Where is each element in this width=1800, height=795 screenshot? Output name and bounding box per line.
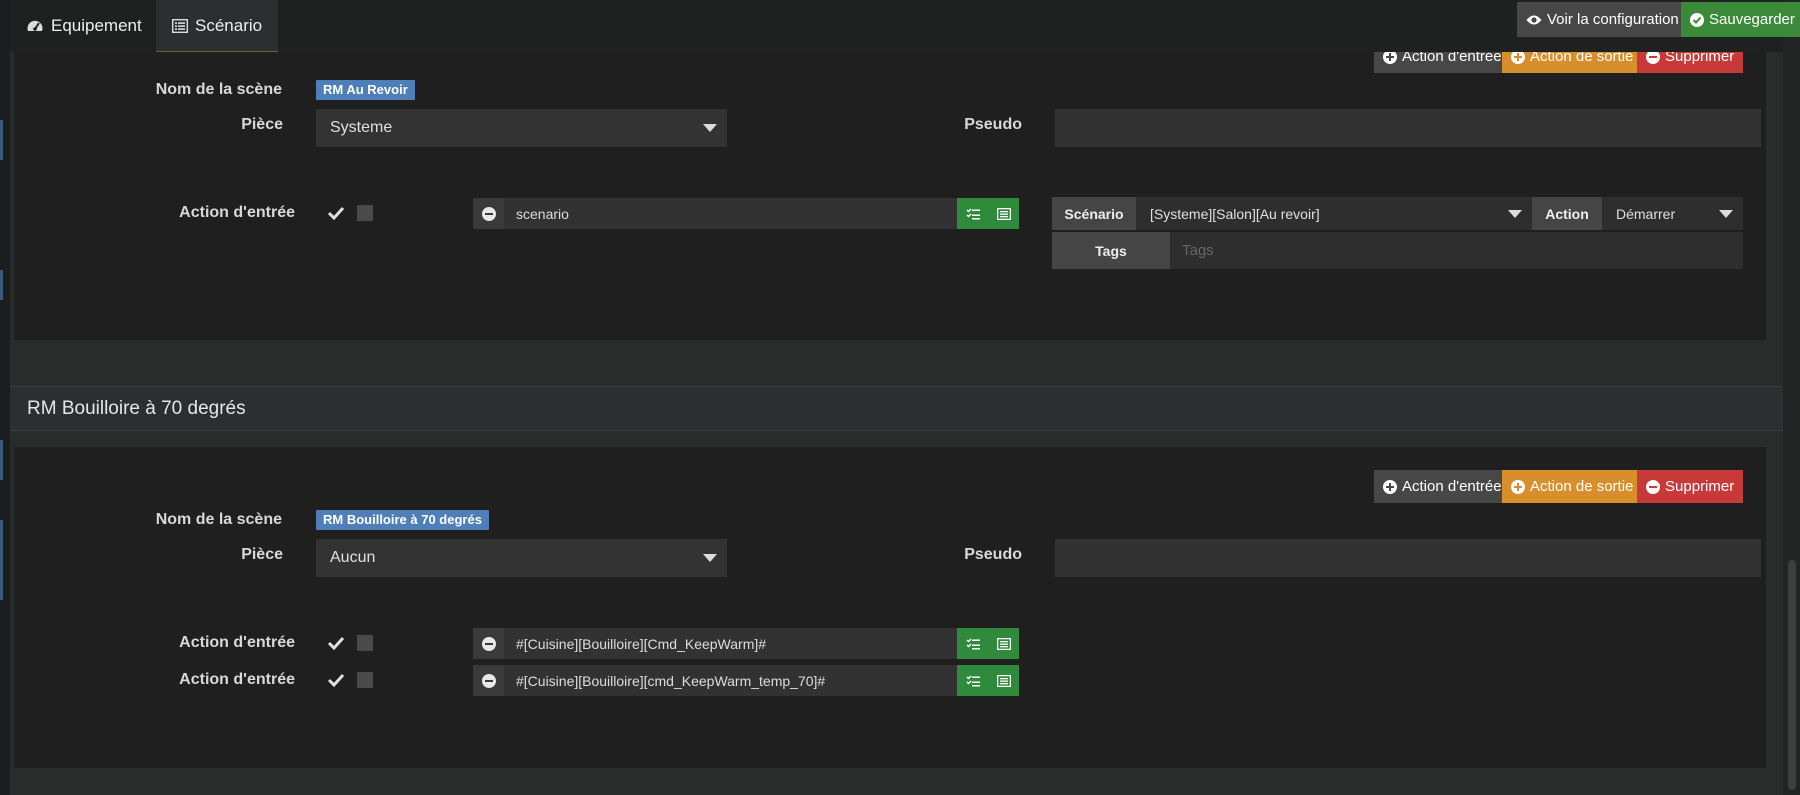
caret-down-icon bbox=[1719, 209, 1733, 218]
room-label: Pièce bbox=[241, 116, 283, 133]
enable-checkbox[interactable] bbox=[327, 205, 345, 221]
scenario-addon-label: Scénario bbox=[1052, 197, 1136, 230]
entry-action-label: Action d'entrée bbox=[179, 671, 295, 688]
option-checkbox[interactable] bbox=[357, 635, 373, 651]
enable-checkbox[interactable] bbox=[327, 672, 345, 688]
pseudo-input[interactable] bbox=[1055, 109, 1761, 147]
command-input[interactable]: #[Cuisine][Bouilloire][cmd_KeepWarm_temp… bbox=[504, 665, 957, 696]
enable-checkbox[interactable] bbox=[327, 635, 345, 651]
remove-action-button[interactable] bbox=[473, 628, 504, 659]
list-alt-icon bbox=[996, 207, 1011, 220]
select-command-button[interactable] bbox=[957, 198, 988, 229]
tasks-icon bbox=[965, 674, 980, 686]
plus-circle-icon bbox=[1511, 479, 1525, 494]
scrollbar-thumb[interactable] bbox=[1788, 560, 1796, 790]
check-icon bbox=[327, 206, 345, 221]
check-circle-icon bbox=[1690, 12, 1704, 27]
save-button[interactable]: Sauvegarder bbox=[1681, 2, 1800, 37]
select-command-button[interactable] bbox=[957, 665, 988, 696]
select-command-button[interactable] bbox=[957, 628, 988, 659]
list-alt-icon bbox=[996, 637, 1011, 650]
minus-circle-icon bbox=[481, 673, 496, 688]
scene-name-badge: RM Bouilloire à 70 degrés bbox=[316, 510, 489, 530]
room-label: Pièce bbox=[241, 546, 283, 563]
edge-marker bbox=[0, 520, 3, 600]
add-entry-action-button[interactable]: Action d'entrée bbox=[1374, 470, 1511, 503]
scenario-select[interactable]: [Systeme][Salon][Au revoir] bbox=[1136, 197, 1532, 230]
delete-scene-button[interactable]: Supprimer bbox=[1637, 470, 1744, 503]
option-checkbox[interactable] bbox=[357, 205, 373, 221]
edge-marker bbox=[0, 270, 3, 300]
scene-panel-header[interactable]: RM Bouilloire à 70 degrés bbox=[10, 386, 1783, 431]
check-icon bbox=[327, 673, 345, 688]
minus-circle-icon bbox=[481, 636, 496, 651]
left-edge bbox=[0, 0, 10, 795]
list-alt-button[interactable] bbox=[988, 665, 1019, 696]
edge-marker bbox=[0, 120, 3, 160]
caret-down-icon bbox=[703, 124, 717, 132]
command-input-group: scenario bbox=[473, 198, 1019, 229]
action-select[interactable]: Démarrer bbox=[1602, 197, 1743, 230]
scene-panel-title: RM Bouilloire à 70 degrés bbox=[27, 398, 246, 419]
tab-equipement[interactable]: Equipement bbox=[10, 0, 158, 52]
entry-action-label: Action d'entrée bbox=[179, 634, 295, 651]
list-alt-icon bbox=[996, 674, 1011, 687]
edge-marker bbox=[0, 440, 3, 480]
command-input[interactable]: scenario bbox=[504, 198, 957, 229]
entry-action-label: Action d'entrée bbox=[179, 204, 295, 221]
list-alt-button[interactable] bbox=[988, 198, 1019, 229]
tachometer-icon bbox=[26, 18, 44, 34]
remove-action-button[interactable] bbox=[473, 665, 504, 696]
room-select[interactable]: Aucun bbox=[316, 539, 727, 577]
tasks-icon bbox=[965, 207, 980, 219]
command-input-group: #[Cuisine][Bouilloire][Cmd_KeepWarm]# bbox=[473, 628, 1019, 659]
command-input[interactable]: #[Cuisine][Bouilloire][Cmd_KeepWarm]# bbox=[504, 628, 957, 659]
room-select[interactable]: Systeme bbox=[316, 109, 727, 147]
list-alt-icon bbox=[172, 18, 188, 33]
tasks-icon bbox=[965, 637, 980, 649]
remove-action-button[interactable] bbox=[473, 198, 504, 229]
plus-circle-icon bbox=[1383, 479, 1397, 494]
tags-textarea[interactable]: Tags bbox=[1170, 232, 1743, 269]
add-exit-action-button[interactable]: Action de sortie bbox=[1502, 470, 1643, 503]
action-addon-label: Action bbox=[1532, 197, 1602, 230]
scene-name-label: Nom de la scène bbox=[155, 81, 282, 98]
caret-down-icon bbox=[1508, 209, 1522, 218]
minus-circle-icon bbox=[1646, 479, 1660, 494]
check-icon bbox=[327, 636, 345, 651]
view-config-button[interactable]: Voir la configuration bbox=[1517, 2, 1688, 37]
pseudo-label: Pseudo bbox=[964, 546, 1022, 563]
tab-scenario[interactable]: Scénario bbox=[156, 0, 279, 52]
option-checkbox[interactable] bbox=[357, 672, 373, 688]
tags-addon-label: Tags bbox=[1052, 232, 1170, 269]
minus-circle-icon bbox=[481, 206, 496, 221]
scene-name-badge: RM Au Revoir bbox=[316, 80, 415, 100]
list-alt-button[interactable] bbox=[988, 628, 1019, 659]
pseudo-label: Pseudo bbox=[964, 116, 1022, 133]
scene-name-label: Nom de la scène bbox=[155, 511, 282, 528]
caret-down-icon bbox=[703, 554, 717, 562]
command-input-group: #[Cuisine][Bouilloire][cmd_KeepWarm_temp… bbox=[473, 665, 1019, 696]
pseudo-input[interactable] bbox=[1055, 539, 1761, 577]
eye-icon bbox=[1526, 14, 1542, 26]
